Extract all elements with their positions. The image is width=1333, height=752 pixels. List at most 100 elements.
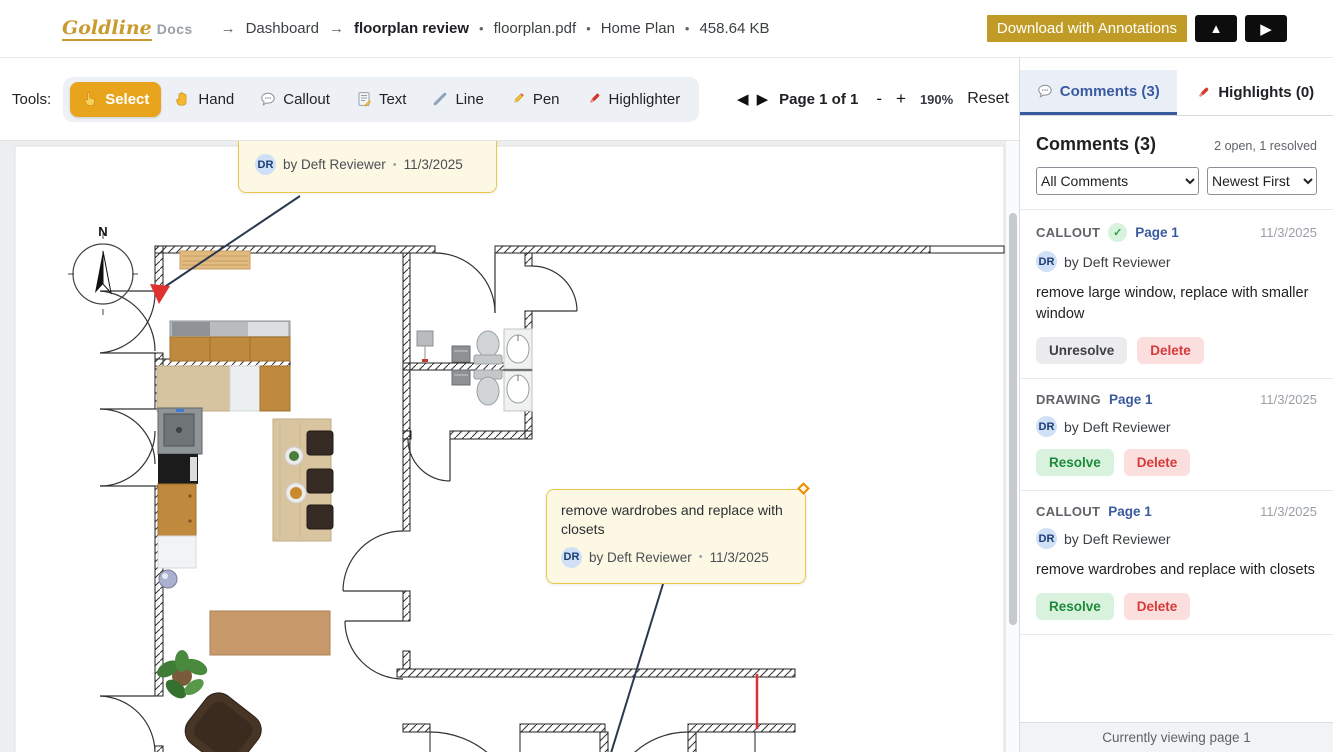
comment-page-link[interactable]: Page 1 [1135,225,1179,240]
comment-sort-filter[interactable]: Newest First [1207,167,1317,195]
comment-kind: CALLOUT [1036,504,1100,519]
page-and-zoom-controls: ◀ ▶ Page 1 of 1 - + 190% Reset [736,89,1009,109]
dining-table [273,419,333,541]
comment-date: 11/3/2025 [1260,504,1317,519]
avatar: DR [561,547,582,568]
comment-card: DRAWING Page 1 11/3/2025 DR by Deft Revi… [1020,378,1333,490]
status-text: Currently viewing page 1 [1102,730,1251,745]
sideboard [210,611,330,655]
tools-label: Tools: [12,91,51,108]
app-logo: Goldline Docs [62,19,193,39]
tool-label: Text [379,91,407,108]
tool-label: Highlighter [609,91,681,108]
comment-date: 11/3/2025 [1260,392,1317,407]
scroll-top-button[interactable]: ▲ [1195,15,1237,42]
canvas-scrollbar[interactable] [1005,141,1019,752]
breadcrumb: → Dashboard → floorplan review • floorpl… [221,20,770,37]
comment-kind: CALLOUT [1036,225,1100,240]
tool-label: Line [455,91,483,108]
note-author: by Deft Reviewer [589,550,692,565]
breadcrumb-arrow-icon: → [329,20,344,37]
delete-button[interactable]: Delete [1137,337,1204,364]
avatar: DR [1036,528,1057,549]
tool-text-button[interactable]: Text [344,82,419,117]
panel-title: Comments (3) [1036,134,1156,155]
breadcrumb-project[interactable]: floorplan review [354,20,469,37]
hand-icon [175,91,191,107]
breadcrumb-separator: • [479,21,484,36]
prev-page-button[interactable]: ◀ [736,90,750,108]
avatar: DR [1036,251,1057,272]
comment-type-filter[interactable]: All Comments [1036,167,1199,195]
unresolve-button[interactable]: Unresolve [1036,337,1127,364]
breadcrumb-dashboard-link[interactable]: Dashboard [246,20,319,37]
breadcrumb-arrow-icon: → [221,20,236,37]
viewing-page-status: Currently viewing page 1 [1020,722,1333,752]
comments-panel-header: Comments (3) 2 open, 1 resolved [1020,116,1333,155]
note-date: 11/3/2025 [710,550,769,565]
callout-note-wardrobes[interactable]: remove wardrobes and replace with closet… [546,489,806,584]
header-actions: Download with Annotations ▲ ▶ [987,15,1287,42]
tool-highlighter-button[interactable]: Highlighter [574,82,693,117]
comment-date: 11/3/2025 [1260,225,1317,240]
tool-label: Callout [283,91,330,108]
tool-callout-button[interactable]: Callout [248,82,342,117]
diagonal-line-icon [432,91,448,107]
tool-label: Select [105,91,149,108]
comment-body: remove large window, replace with smalle… [1036,283,1317,325]
tool-hand-button[interactable]: Hand [163,82,246,117]
logo-suffix: Docs [157,21,193,37]
app-header: Goldline Docs → Dashboard → floorplan rev… [0,0,1333,58]
next-button[interactable]: ▶ [1245,15,1287,42]
comment-filters: All Comments Newest First [1020,155,1333,209]
tab-comments[interactable]: Comments (3) [1020,70,1177,115]
tool-pen-button[interactable]: Pen [498,82,572,117]
download-with-annotations-button[interactable]: Download with Annotations [987,15,1187,42]
comment-author: by Deft Reviewer [1064,419,1171,435]
next-page-button[interactable]: ▶ [756,90,770,108]
zoom-in-button[interactable]: + [892,89,910,109]
tools-group: Select Hand Callout Text Line Pen Highli… [63,77,699,122]
up-triangle-icon: ▲ [1210,21,1223,36]
note-author: by Deft Reviewer [283,157,386,172]
note-author-row: DR by Deft Reviewer • 11/3/2025 [561,547,791,568]
zoom-reset-button[interactable]: Reset [967,90,1009,108]
comment-kind: DRAWING [1036,392,1101,407]
speech-bubble-icon [1037,83,1053,99]
scrollbar-thumb[interactable] [1009,213,1017,625]
comment-meta: CALLOUT ✓ Page 1 11/3/2025 [1036,223,1317,242]
comment-author-row: DR by Deft Reviewer [1036,416,1317,437]
note-separator: • [699,551,703,563]
tab-highlights[interactable]: Highlights (0) [1177,70,1333,115]
page-indicator: Page 1 of 1 [779,91,858,108]
callout-note-window[interactable]: DR by Deft Reviewer • 11/3/2025 [238,140,497,193]
logo-brand: Goldline [62,17,152,41]
comment-page-link[interactable]: Page 1 [1109,392,1153,407]
speech-bubble-icon [260,91,276,107]
note-author-row: DR by Deft Reviewer • 11/3/2025 [255,154,480,175]
floorplan-drawing: N [0,141,1019,752]
delete-button[interactable]: Delete [1124,449,1191,476]
resolve-button[interactable]: Resolve [1036,449,1114,476]
file-size: 458.64 KB [699,20,769,37]
zoom-out-button[interactable]: - [872,89,886,109]
comment-author: by Deft Reviewer [1064,254,1171,270]
resolve-button[interactable]: Resolve [1036,593,1114,620]
tools-toolbar: Tools: Select Hand Callout Text Line Pen [0,58,1019,140]
comment-actions: Resolve Delete [1036,593,1317,620]
delete-button[interactable]: Delete [1124,593,1191,620]
compass-north-label: N [98,224,107,239]
comment-author: by Deft Reviewer [1064,531,1171,547]
comment-card: CALLOUT Page 1 11/3/2025 DR by Deft Revi… [1020,490,1333,635]
document-canvas[interactable]: N [0,140,1019,752]
comments-sidebar: Comments (3) Highlights (0) Comments (3)… [1019,58,1333,752]
memo-icon [356,91,372,107]
pointing-hand-icon [82,91,98,107]
tool-label: Pen [533,91,560,108]
comment-author-row: DR by Deft Reviewer [1036,528,1317,549]
comment-page-link[interactable]: Page 1 [1108,504,1152,519]
right-triangle-icon: ▶ [1260,20,1272,38]
tool-select-button[interactable]: Select [70,82,161,117]
tool-line-button[interactable]: Line [420,82,495,117]
breadcrumb-separator: • [586,21,591,36]
